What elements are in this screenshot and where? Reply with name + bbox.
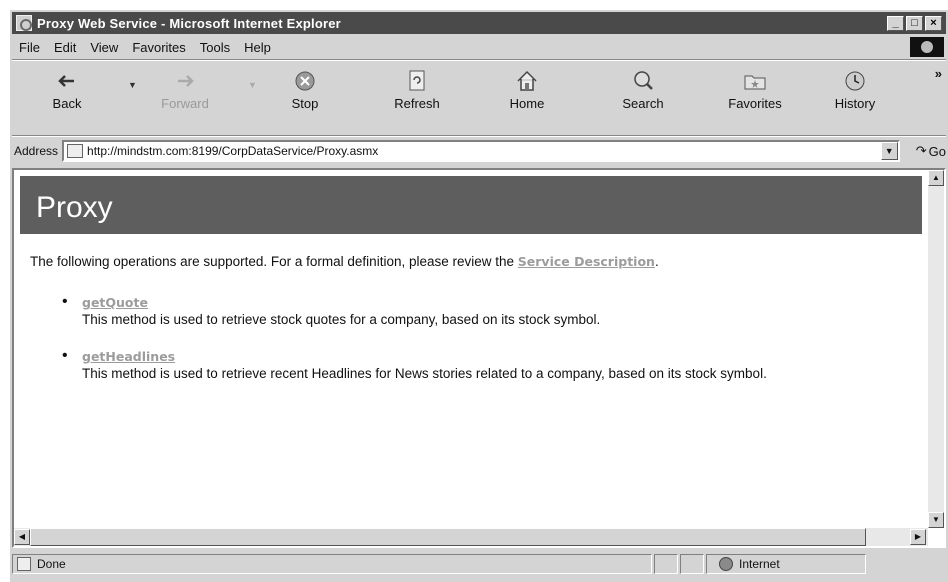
close-button[interactable]: × [925, 15, 942, 31]
security-zone-pane[interactable]: Internet [706, 554, 866, 574]
favorites-label: Favorites [728, 96, 782, 111]
content-frame: Proxy The following operations are suppo… [12, 168, 946, 548]
menu-favorites[interactable]: Favorites [125, 40, 192, 55]
menu-file[interactable]: File [12, 40, 47, 55]
horizontal-scroll-thumb[interactable] [30, 528, 866, 546]
status-pane [654, 554, 678, 574]
menu-bar: File Edit View Favorites Tools Help [12, 36, 946, 58]
search-icon [634, 71, 653, 90]
go-arrow-icon: ↷ [915, 143, 927, 158]
operations-list: getQuote This method is used to retrieve… [62, 293, 902, 402]
address-bar: Address http://mindstm.com:8199/CorpData… [12, 138, 946, 164]
operation-link-getquote[interactable]: getQuote [82, 295, 148, 310]
history-icon [845, 71, 865, 91]
forward-arrow-icon [178, 75, 194, 87]
stop-label: Stop [291, 96, 319, 111]
security-zone-label: Internet [739, 557, 780, 571]
operation-link-getheadlines[interactable]: getHeadlines [82, 349, 175, 364]
intro-text: The following operations are supported. … [30, 254, 659, 269]
home-icon [517, 70, 537, 91]
operation-description: This method is used to retrieve stock qu… [82, 312, 601, 327]
toolbar-separator [12, 135, 946, 137]
standard-toolbar: Back ▼ Forward ▼ Stop Refresh Home Searc… [12, 62, 946, 136]
menu-separator [12, 59, 946, 61]
forward-label: Forward [161, 96, 209, 111]
minimize-button[interactable]: _ [887, 15, 904, 31]
page-icon [67, 144, 84, 158]
search-button[interactable]: Search [608, 68, 678, 111]
menu-help[interactable]: Help [237, 40, 278, 55]
operation-item: getHeadlines This method is used to retr… [62, 347, 902, 382]
intro-prefix: The following operations are supported. … [30, 254, 518, 269]
refresh-button[interactable]: Refresh [382, 68, 452, 111]
intro-suffix: . [654, 254, 659, 269]
menu-tools[interactable]: Tools [193, 40, 237, 55]
status-text: Done [37, 557, 66, 571]
address-url[interactable]: http://mindstm.com:8199/CorpDataService/… [87, 144, 378, 158]
stop-icon [295, 71, 315, 91]
refresh-label: Refresh [394, 96, 440, 111]
service-description-link[interactable]: Service Description [518, 254, 655, 269]
toolbar-more-chevron-icon[interactable]: » [935, 66, 942, 81]
maximize-button[interactable]: □ [906, 15, 923, 31]
page-heading: Proxy [20, 176, 922, 234]
ie-app-icon[interactable] [16, 15, 32, 31]
operation-item: getQuote This method is used to retrieve… [62, 293, 902, 328]
browser-window: Proxy Web Service - Microsoft Internet E… [8, 8, 948, 582]
page-status-icon [17, 557, 31, 571]
operation-description: This method is used to retrieve recent H… [82, 366, 767, 381]
back-label: Back [52, 96, 82, 111]
scroll-left-icon[interactable]: ◀ [14, 529, 30, 545]
menu-view[interactable]: View [83, 40, 125, 55]
web-page: Proxy The following operations are suppo… [14, 170, 928, 528]
stop-button[interactable]: Stop [270, 68, 340, 111]
horizontal-scrollbar[interactable]: ◀ ▶ [14, 528, 928, 546]
status-pane [680, 554, 704, 574]
address-label: Address [14, 144, 59, 158]
window-controls: _ □ × [887, 15, 942, 31]
search-label: Search [622, 96, 664, 111]
favorites-folder-icon [744, 75, 766, 90]
back-arrow-icon [58, 75, 74, 87]
refresh-icon [409, 70, 425, 91]
scroll-down-icon[interactable]: ▼ [928, 512, 944, 528]
scroll-up-icon[interactable]: ▲ [928, 170, 944, 186]
internet-globe-icon [719, 557, 733, 571]
windows-throbber-icon [910, 37, 944, 57]
go-label: Go [928, 143, 946, 159]
menu-edit[interactable]: Edit [47, 40, 83, 55]
vertical-scrollbar[interactable]: ▲ ▼ [928, 170, 944, 528]
home-label: Home [509, 96, 545, 111]
title-bar[interactable]: Proxy Web Service - Microsoft Internet E… [12, 12, 946, 34]
back-button[interactable]: Back [32, 68, 102, 111]
history-label: History [834, 96, 876, 111]
favorites-button[interactable]: Favorites [714, 68, 796, 111]
back-dropdown-icon[interactable]: ▼ [128, 80, 137, 90]
forward-dropdown-icon[interactable]: ▼ [248, 80, 257, 90]
forward-button[interactable]: Forward [150, 68, 220, 111]
status-bar: Done Internet [12, 552, 946, 576]
address-dropdown-icon[interactable]: ▼ [880, 142, 898, 160]
home-button[interactable]: Home [492, 68, 562, 111]
window-title: Proxy Web Service - Microsoft Internet E… [37, 15, 341, 31]
status-main-pane: Done [12, 554, 652, 574]
go-button[interactable]: ↷ Go [916, 143, 946, 159]
address-field[interactable]: http://mindstm.com:8199/CorpDataService/… [62, 140, 900, 162]
history-button[interactable]: History [820, 68, 890, 111]
scroll-right-icon[interactable]: ▶ [910, 529, 926, 545]
